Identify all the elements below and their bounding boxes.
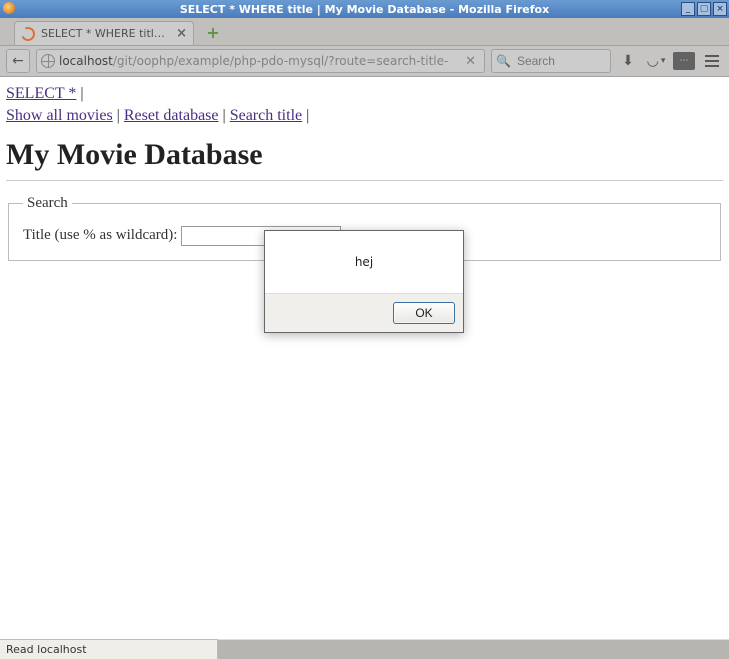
divider <box>6 180 723 181</box>
link-select-star[interactable]: SELECT * <box>6 85 76 102</box>
alert-message: hej <box>265 231 463 293</box>
minimize-button[interactable]: _ <box>681 2 695 16</box>
alert-button-row: OK <box>265 293 463 332</box>
status-text: Read localhost <box>6 643 87 656</box>
nav-links: SELECT * | Show all movies | Reset datab… <box>6 83 723 128</box>
window-titlebar: SELECT * WHERE title | My Movie Database… <box>0 0 729 18</box>
alert-dialog: hej OK <box>264 230 464 333</box>
page-content: SELECT * | Show all movies | Reset datab… <box>0 77 729 639</box>
search-legend: Search <box>23 195 72 212</box>
page-title: My Movie Database <box>6 138 723 172</box>
maximize-button[interactable]: ▢ <box>697 2 711 16</box>
link-show-all-movies[interactable]: Show all movies <box>6 107 113 124</box>
close-window-button[interactable]: × <box>713 2 727 16</box>
firefox-icon <box>3 2 15 14</box>
window-title: SELECT * WHERE title | My Movie Database… <box>180 3 549 16</box>
globe-icon <box>41 54 55 68</box>
link-search-title[interactable]: Search title <box>230 107 302 124</box>
link-reset-database[interactable]: Reset database <box>124 107 219 124</box>
title-label: Title (use % as wildcard): <box>23 227 181 243</box>
ok-button[interactable]: OK <box>393 302 455 324</box>
status-bar: Read localhost <box>0 639 218 659</box>
